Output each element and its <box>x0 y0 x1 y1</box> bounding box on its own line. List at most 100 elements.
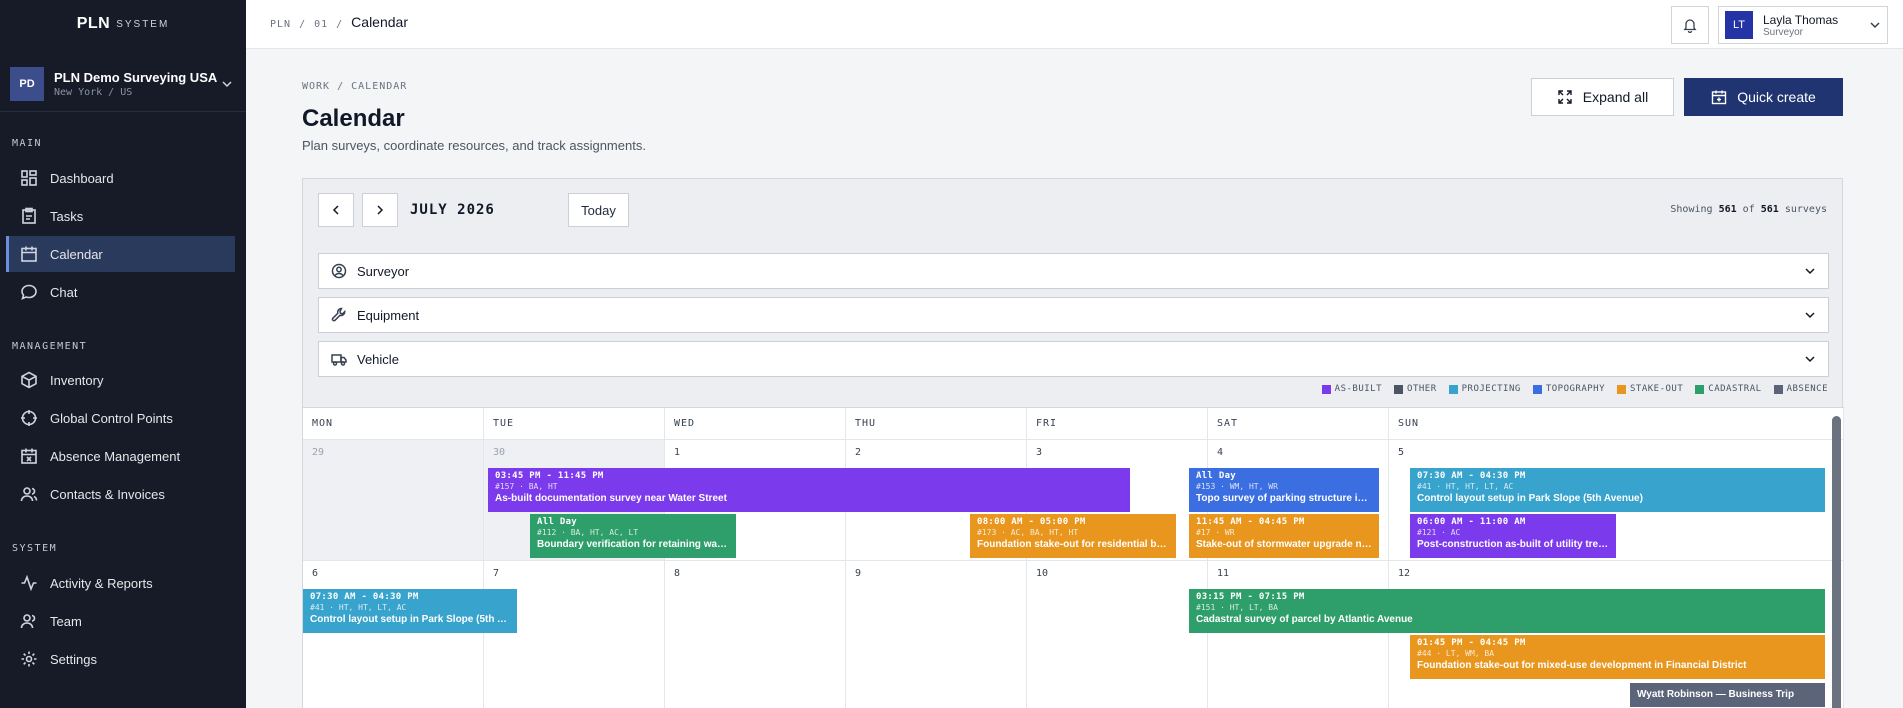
avatar: LT <box>1725 11 1753 39</box>
chevron-down-icon <box>218 75 236 93</box>
surveyor-filter[interactable]: Surveyor <box>318 253 1829 289</box>
expand-icon <box>1558 90 1572 104</box>
sidebar-item-label: Chat <box>50 284 78 300</box>
sidebar-item-activity-reports[interactable]: Activity & Reports <box>6 565 235 601</box>
sidebar-item-settings[interactable]: Settings <box>6 641 235 677</box>
chevron-left-icon <box>332 205 339 215</box>
sidebar-item-calendar[interactable]: Calendar <box>6 236 235 272</box>
user-role: Surveyor <box>1763 26 1804 38</box>
user-menu[interactable]: LT Layla Thomas Surveyor <box>1718 6 1888 44</box>
chevron-down-icon <box>1870 22 1880 29</box>
today-button[interactable]: Today <box>568 193 629 227</box>
sidebar-item-global-control-points[interactable]: Global Control Points <box>6 400 235 436</box>
event-stake-out[interactable]: 01:45 PM - 04:45 PM #44 · LT, WM, BA Fou… <box>1410 635 1825 679</box>
sidebar-item-label: Dashboard <box>50 170 114 186</box>
expand-all-label: Expand all <box>1582 89 1649 105</box>
calendar-x-icon <box>21 448 37 464</box>
org-avatar: PD <box>10 66 44 101</box>
sidebar-item-absence-management[interactable]: Absence Management <box>6 438 235 474</box>
sidebar-item-label: Settings <box>50 651 97 667</box>
day-cell[interactable]: 6 <box>303 561 484 708</box>
org-location: New York / US <box>54 86 133 98</box>
sidebar-item-label: Tasks <box>50 208 84 224</box>
activity-icon <box>21 574 37 592</box>
day-cell[interactable]: 10 <box>1027 561 1208 708</box>
filter-label: Equipment <box>357 307 420 323</box>
sidebar-item-label: Contacts & Invoices <box>50 486 165 502</box>
user-circle-icon <box>331 263 347 279</box>
notifications-button[interactable] <box>1671 6 1709 44</box>
section-system: SYSTEM <box>12 543 58 554</box>
prev-month-button[interactable] <box>318 193 354 227</box>
wrench-icon <box>331 307 346 322</box>
event-stake-out[interactable]: 08:00 AM - 05:00 PM #173 · AC, BA, HT, H… <box>970 514 1176 558</box>
month-label: JULY 2026 <box>410 202 495 218</box>
month-grid: MON TUE WED THU FRI SAT SUN 29 30 1 2 3 … <box>303 407 1844 708</box>
sidebar-item-label: Activity & Reports <box>50 575 153 591</box>
weekday-thu: THU <box>846 408 1027 440</box>
calendar-plus-icon <box>1712 90 1727 105</box>
calendar-scrollbar[interactable] <box>1832 416 1841 708</box>
sidebar-item-label: Inventory <box>50 372 104 388</box>
weekday-sun: SUN <box>1389 408 1844 440</box>
crosshair-icon <box>21 410 37 426</box>
crumb-01[interactable]: 01 <box>314 19 328 30</box>
event-projecting[interactable]: 07:30 AM - 04:30 PM #41 · HT, HT, LT, AC… <box>1410 468 1825 512</box>
event-absence[interactable]: Wyatt Robinson — Business Trip <box>1630 683 1825 707</box>
next-month-button[interactable] <box>362 193 398 227</box>
top-breadcrumb: PLN / 01 / Calendar <box>270 14 408 30</box>
contacts-icon <box>20 487 38 502</box>
event-projecting[interactable]: 07:30 AM - 04:30 PM #41 · HT, HT, LT, AC… <box>303 589 517 633</box>
weekday-fri: FRI <box>1027 408 1208 440</box>
legend-item-as-built: AS-BUILT <box>1321 384 1382 394</box>
vehicle-filter[interactable]: Vehicle <box>318 341 1829 377</box>
quick-create-button[interactable]: Quick create <box>1684 78 1843 116</box>
sidebar-item-team[interactable]: Team <box>6 603 235 639</box>
sidebar-item-dashboard[interactable]: Dashboard <box>6 160 235 196</box>
gear-icon <box>21 651 37 667</box>
user-name: Layla Thomas <box>1763 12 1839 27</box>
category-legend: AS-BUILT OTHER PROJECTING TOPOGRAPHY STA… <box>1321 384 1828 394</box>
expand-all-button[interactable]: Expand all <box>1531 78 1674 116</box>
event-cadastral[interactable]: All Day #112 · BA, HT, AC, LT Boundary v… <box>530 514 736 558</box>
sidebar-item-contacts-invoices[interactable]: Contacts & Invoices <box>6 476 235 512</box>
box-icon <box>21 371 37 389</box>
chat-icon <box>21 284 37 300</box>
page-title: Calendar <box>302 105 405 132</box>
crumb-pln[interactable]: PLN <box>270 19 291 30</box>
filter-label: Vehicle <box>357 351 399 367</box>
logo-bold: PLN <box>76 15 111 32</box>
app-logo[interactable]: PLN SYSTEM <box>0 0 246 48</box>
event-as-built[interactable]: 06:00 AM - 11:00 AM #121 · AC Post-const… <box>1410 514 1616 558</box>
sidebar-item-label: Calendar <box>50 246 103 262</box>
truck-icon <box>331 354 347 366</box>
sidebar: PLN SYSTEM PD PLN Demo Surveying USA New… <box>0 0 246 708</box>
event-stake-out[interactable]: 11:45 AM - 04:45 PM #17 · WR Stake-out o… <box>1189 514 1379 558</box>
calendar-panel: JULY 2026 Today Showing 561 of 561 surve… <box>302 178 1844 708</box>
org-switcher[interactable]: PD PLN Demo Surveying USA New York / US <box>0 56 246 112</box>
weekday-wed: WED <box>665 408 846 440</box>
sidebar-item-chat[interactable]: Chat <box>6 274 235 310</box>
equipment-filter[interactable]: Equipment <box>318 297 1829 333</box>
chevron-down-icon <box>1805 268 1815 275</box>
clipboard-icon <box>22 207 36 224</box>
section-management: MANAGEMENT <box>12 341 88 352</box>
chevron-down-icon <box>1805 356 1815 363</box>
day-cell[interactable]: 9 <box>846 561 1027 708</box>
event-topography[interactable]: All Day #153 · WM, HT, WR Topo survey of… <box>1189 468 1379 512</box>
chevron-right-icon <box>377 205 384 215</box>
quick-create-label: Quick create <box>1737 89 1816 105</box>
day-cell[interactable]: 29 <box>303 440 484 561</box>
sidebar-item-tasks[interactable]: Tasks <box>6 198 235 234</box>
event-as-built[interactable]: 03:45 PM - 11:45 PM #157 · BA, HT As-bui… <box>488 468 1130 512</box>
sidebar-item-inventory[interactable]: Inventory <box>6 362 235 398</box>
day-cell[interactable]: 11 <box>1208 561 1389 708</box>
event-cadastral[interactable]: 03:15 PM - 07:15 PM #151 · HT, LT, BA Ca… <box>1189 589 1825 633</box>
chevron-down-icon <box>1805 312 1815 319</box>
day-cell[interactable]: 7 <box>484 561 665 708</box>
legend-item-cadastral: CADASTRAL <box>1695 384 1761 394</box>
weekday-mon: MON <box>303 408 484 440</box>
day-cell[interactable]: 8 <box>665 561 846 708</box>
legend-item-stake-out: STAKE-OUT <box>1617 384 1683 394</box>
filter-label: Surveyor <box>357 263 410 279</box>
